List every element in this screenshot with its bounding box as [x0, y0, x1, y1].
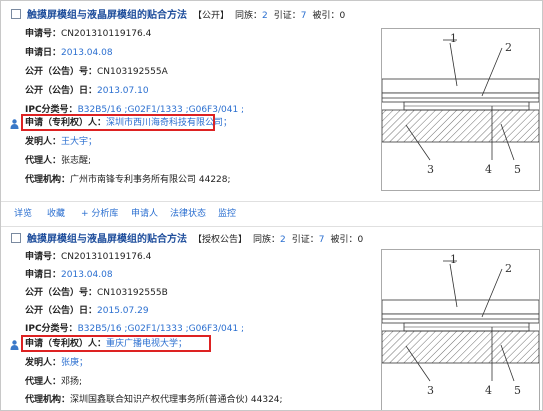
person-icon [10, 340, 19, 350]
family-count[interactable]: 同族：2 [253, 235, 286, 245]
application-number: 申请号：CN201310119176.4 [25, 29, 152, 39]
inventor[interactable]: 发明人：张庚； [25, 356, 88, 370]
select-checkbox[interactable] [11, 233, 21, 243]
agent: 代理人：张志醒; [25, 156, 92, 166]
applicant-link[interactable]: 申请人 [131, 207, 158, 221]
drawing-label-2: 2 [505, 41, 512, 54]
drawing-label-1: 1 [450, 32, 457, 45]
citation-count[interactable]: 引证：7 [274, 11, 307, 21]
publication-number: 公开（公告）号：CN103192555A [25, 67, 168, 77]
agency: 代理机构：广州市南锋专利事务所有限公司 44228; [25, 175, 231, 185]
applicant[interactable]: 申请（专利权）人：深圳市西川海奇科技有限公司； [25, 116, 232, 130]
publication-status: 【公开】 [193, 11, 230, 21]
record-title-row: 触摸屏模组与液晶屏模组的贴合方法 【授权公告】 同族：2 引证：7 被引：0 [11, 233, 363, 247]
record-action-toolbar: 详览 收藏 + 分析库 申请人 法律状态 监控 [1, 201, 542, 227]
publication-date: 公开（公告）日：2015.07.29 [25, 306, 149, 316]
drawing-label-4: 4 [485, 384, 492, 397]
cited-by-count: 被引：0 [330, 235, 364, 245]
patent-drawing-thumbnail[interactable]: 1 2 3 4 5 [381, 28, 540, 191]
drawing-label-3: 3 [427, 163, 434, 176]
agency: 代理机构：深圳国鑫联合知识产权代理事务所(普通合伙) 44324; [25, 395, 283, 405]
patent-record-2: 触摸屏模组与液晶屏模组的贴合方法 【授权公告】 同族：2 引证：7 被引：0 申请号：C… [1, 225, 542, 410]
cited-by-count: 被引：0 [312, 11, 346, 21]
application-date: 申请日：2013.04.08 [25, 48, 113, 58]
drawing-label-3: 3 [427, 384, 434, 397]
person-icon [10, 119, 19, 129]
legal-status-link[interactable]: 法律状态 [170, 207, 206, 221]
select-checkbox[interactable] [11, 9, 21, 19]
applicant[interactable]: 申请（专利权）人：重庆广播电视大学； [25, 337, 187, 351]
publication-status: 【授权公告】 [193, 235, 248, 245]
drawing-label-2: 2 [505, 262, 512, 275]
family-count[interactable]: 同族：2 [235, 11, 268, 21]
monitor-link[interactable]: 监控 [218, 207, 236, 221]
drawing-label-1: 1 [450, 253, 457, 266]
inventor[interactable]: 发明人：王大宇； [25, 135, 97, 149]
publication-number: 公开（公告）号：CN103192555B [25, 288, 168, 298]
drawing-label-5: 5 [514, 163, 521, 176]
ipc-classification[interactable]: IPC分类号：B32B5/16 ;G02F1/1333 ;G06F3/041 ; [25, 322, 244, 336]
patent-record-1: 触摸屏模组与液晶屏模组的贴合方法 【公开】 同族：2 引证：7 被引：0 申请号：CN2… [1, 1, 542, 201]
search-results-panel: 触摸屏模组与液晶屏模组的贴合方法 【公开】 同族：2 引证：7 被引：0 申请号：CN2… [0, 0, 543, 411]
application-date: 申请日：2013.04.08 [25, 270, 113, 280]
detail-link[interactable]: 详览 [14, 207, 32, 221]
agent: 代理人：邓扬; [25, 377, 83, 387]
layer-structure-drawing: 1 2 3 4 5 [381, 253, 540, 397]
patent-drawing-thumbnail[interactable]: 1 2 3 4 5 [381, 249, 540, 410]
add-to-analysis-link[interactable]: + 分析库 [81, 207, 118, 221]
record-title-row: 触摸屏模组与液晶屏模组的贴合方法 【公开】 同族：2 引证：7 被引：0 [11, 9, 345, 23]
drawing-label-4: 4 [485, 163, 492, 176]
patent-title-link[interactable]: 触摸屏模组与液晶屏模组的贴合方法 [27, 234, 187, 245]
publication-date: 公开（公告）日：2013.07.10 [25, 86, 149, 96]
patent-title-link[interactable]: 触摸屏模组与液晶屏模组的贴合方法 [27, 10, 187, 21]
layer-structure-drawing: 1 2 3 4 5 [381, 32, 540, 176]
favorite-link[interactable]: 收藏 [47, 207, 65, 221]
citation-count[interactable]: 引证：7 [292, 235, 325, 245]
drawing-label-5: 5 [514, 384, 521, 397]
application-number: 申请号：CN201310119176.4 [25, 252, 152, 262]
